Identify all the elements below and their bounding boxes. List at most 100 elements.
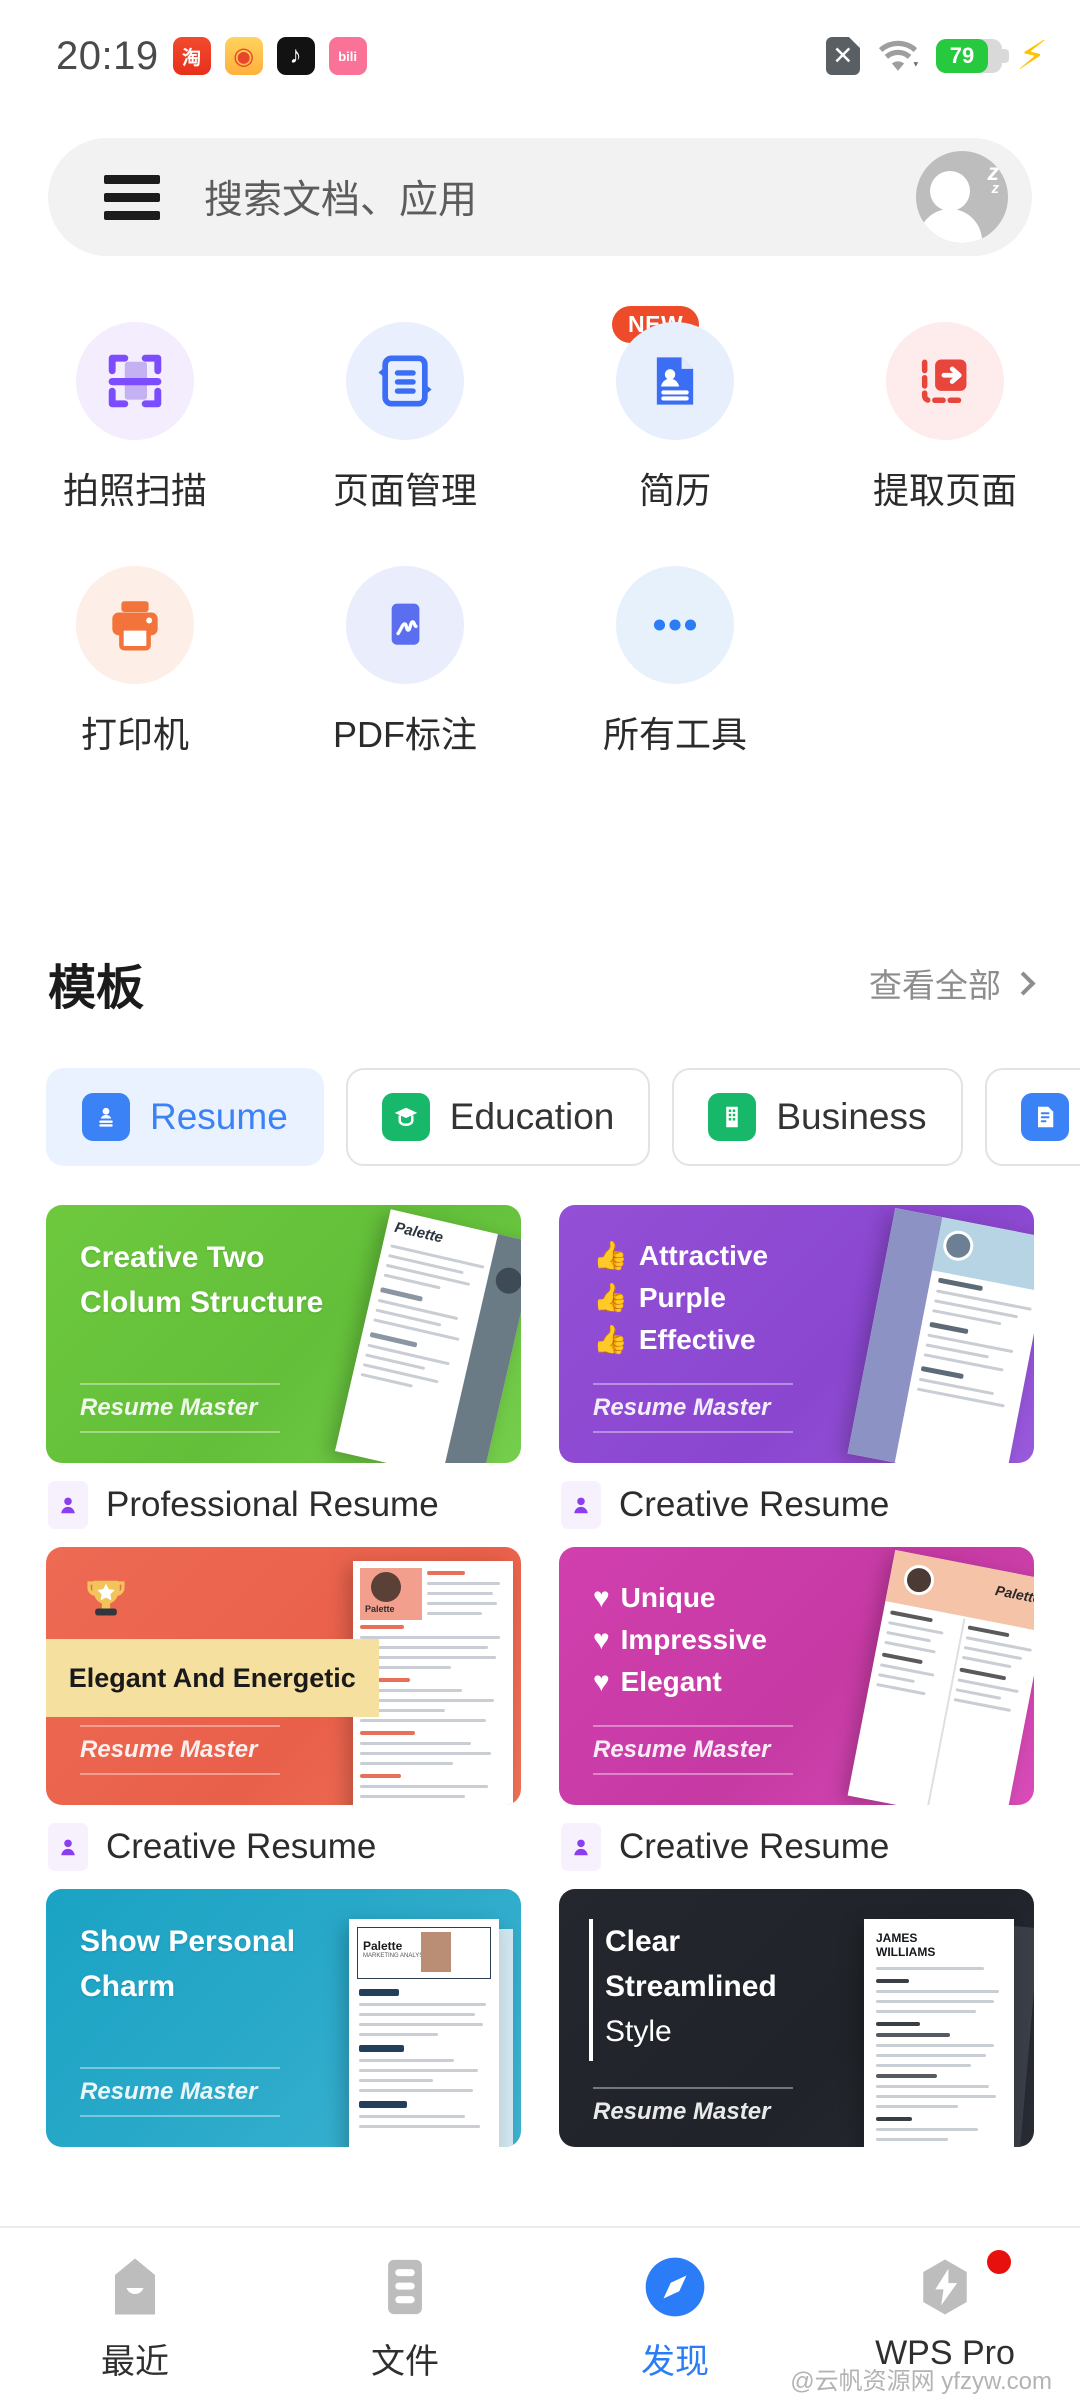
search-bar[interactable]: 搜索文档、应用 zz <box>48 138 1032 256</box>
notification-dot <box>987 2250 1012 2274</box>
template-bullets: ♥ Unique ♥ Impressive ♥ Elegant <box>593 1577 1034 1703</box>
heart-icon: ♥ <box>593 1666 610 1697</box>
template-heading-line: Creative Two <box>80 1241 265 1274</box>
template-brand: Resume Master <box>80 1383 280 1433</box>
template-caption: Creative Resume <box>46 1823 521 1871</box>
template-bullet-text: Unique <box>620 1582 716 1613</box>
nav-item-files[interactable]: 文件 <box>270 2254 540 2383</box>
tool-all-tools[interactable]: 所有工具 <box>540 566 810 758</box>
template-banner-text: Elegant And Energetic <box>68 1662 356 1693</box>
nav-label: 发现 <box>641 2343 709 2381</box>
template-brand: Resume Master <box>593 1383 793 1433</box>
discover-compass-icon <box>645 2257 705 2317</box>
tool-printer[interactable]: 打印机 <box>0 566 270 758</box>
tab-education[interactable]: Education <box>345 1068 651 1166</box>
tool-grid: 拍照扫描 页面管理 NEW <box>0 306 1080 758</box>
template-category-tabs[interactable]: Resume Education Business <box>0 1068 1080 1172</box>
printer-icon <box>76 566 194 684</box>
battery-level: 79 <box>949 43 975 68</box>
heart-icon: ♥ <box>593 1624 610 1655</box>
user-avatar-sleeping-icon[interactable]: zz <box>916 151 1008 243</box>
tool-label: 所有工具 <box>602 714 747 755</box>
template-heading-line: Streamlined <box>605 1970 777 2003</box>
template-caption-text: Creative Resume <box>619 1827 890 1866</box>
tab-resume[interactable]: Resume <box>46 1068 324 1166</box>
template-brand: Resume Master <box>593 2087 793 2135</box>
person-template-icon <box>561 1823 601 1871</box>
nav-label: 文件 <box>371 2343 439 2381</box>
nav-label: 最近 <box>101 2343 169 2381</box>
thumbs-up-icon: 👍 <box>593 1240 628 1271</box>
business-category-icon <box>708 1093 757 1141</box>
status-time: 20:19 <box>56 33 159 78</box>
accent-bar <box>589 1919 593 2061</box>
scan-document-icon <box>76 322 194 440</box>
templates-section-header: 模板 查看全部 <box>0 948 1080 1018</box>
tab-notes[interactable] <box>984 1068 1080 1166</box>
thumbs-up-icon: 👍 <box>593 1282 628 1313</box>
template-bullet-text: Impressive <box>620 1624 767 1655</box>
template-card-creative-resume-purple[interactable]: 👍 Attractive 👍 Purple 👍 Effective Resume Ma… <box>559 1205 1034 1463</box>
template-item: JAMES WILLIAMS Clear Streamlined Style R… <box>559 1889 1034 2147</box>
person-template-icon <box>561 1481 601 1529</box>
taobao-glyph: 淘 <box>182 47 202 69</box>
sim-card-disabled-icon: ✕ <box>825 37 860 75</box>
bilibili-glyph: bili <box>338 48 357 64</box>
status-bar-right: ✕ 79 ⚡ <box>825 34 1049 78</box>
bilibili-icon: bili <box>328 37 367 75</box>
tab-label: Resume <box>150 1096 288 1137</box>
template-caption-text: Professional Resume <box>106 1485 439 1524</box>
nav-item-recent[interactable]: 最近 <box>0 2254 270 2383</box>
template-heading-line: Show Personal <box>80 1925 296 1958</box>
tab-business[interactable]: Business <box>672 1068 963 1166</box>
tool-label: 简历 <box>638 470 711 511</box>
battery-icon: 79 <box>935 39 1009 73</box>
template-brand-text: Resume Master <box>80 1725 280 1775</box>
tool-page-management[interactable]: 页面管理 <box>270 322 540 514</box>
status-bar-left: 20:19 淘 ◉ ♪ bili <box>56 34 367 79</box>
template-item: 👍 Attractive 👍 Purple 👍 Effective Resume Ma… <box>559 1205 1034 1529</box>
template-brand-text: Resume Master <box>593 2087 793 2135</box>
template-bullet: ♥ Elegant <box>593 1661 1034 1703</box>
template-brand-text: Resume Master <box>80 2067 280 2117</box>
lightning-bolt-icon: ⚡ <box>1015 34 1049 78</box>
template-brand-text: Resume Master <box>593 1383 793 1433</box>
nav-item-discover[interactable]: 发现 <box>540 2254 810 2383</box>
files-icon <box>388 2259 422 2315</box>
trophy-icon <box>80 1573 132 1630</box>
tool-scan[interactable]: 拍照扫描 <box>0 322 270 514</box>
tiktok-icon: ♪ <box>276 37 315 75</box>
status-bar: 20:19 淘 ◉ ♪ bili ✕ 79 ⚡ <box>0 0 1080 112</box>
template-card-professional-resume[interactable]: Palette Creative Two Clolum Structure Re… <box>46 1205 521 1463</box>
page-title: 模板 <box>48 962 145 1015</box>
hamburger-menu-icon[interactable] <box>104 174 160 220</box>
tool-resume[interactable]: NEW 简历 <box>540 306 810 514</box>
search-input[interactable]: 搜索文档、应用 <box>204 169 916 225</box>
page-management-icon <box>346 322 464 440</box>
template-bullet: 👍 Effective <box>593 1319 1034 1361</box>
nav-item-wps-pro[interactable]: WPS Pro <box>810 2250 1080 2373</box>
template-brand-text: Resume Master <box>593 1725 793 1775</box>
note-category-icon <box>1020 1093 1069 1141</box>
template-card-elegant-energetic[interactable]: Palette Elegant And Energetic Resume Mas… <box>46 1547 521 1805</box>
see-all-button[interactable]: 查看全部 <box>869 959 1036 1007</box>
tool-pdf-annotate[interactable]: PDF标注 <box>270 566 540 758</box>
template-item: Palette Creative Two Clolum Structure Re… <box>46 1205 521 1529</box>
wps-pro-icon <box>923 2259 967 2315</box>
template-banner: Elegant And Energetic <box>46 1639 379 1717</box>
template-grid: Palette Creative Two Clolum Structure Re… <box>0 1205 1080 2165</box>
template-card-creative-resume-pink[interactable]: Palette ♥ Unique ♥ Impressive ♥ Elegant … <box>559 1547 1034 1805</box>
template-bullet-text: Effective <box>638 1324 756 1355</box>
heart-icon: ♥ <box>593 1582 610 1613</box>
template-item: Palette MARKETING ANALYST Show Personal … <box>46 1889 521 2147</box>
template-card-show-personal-charm[interactable]: Palette MARKETING ANALYST Show Personal … <box>46 1889 521 2147</box>
resume-category-icon <box>82 1093 130 1141</box>
education-category-icon <box>381 1093 430 1141</box>
wifi-icon <box>878 40 919 71</box>
template-card-clear-streamlined-style[interactable]: JAMES WILLIAMS Clear Streamlined Style R… <box>559 1889 1034 2147</box>
template-caption-text: Creative Resume <box>106 1827 377 1866</box>
tool-label: PDF标注 <box>332 714 477 755</box>
tool-extract-pages[interactable]: 提取页面 <box>810 322 1080 514</box>
template-bullet-text: Elegant <box>620 1666 722 1697</box>
template-bullet-text: Purple <box>638 1282 727 1313</box>
